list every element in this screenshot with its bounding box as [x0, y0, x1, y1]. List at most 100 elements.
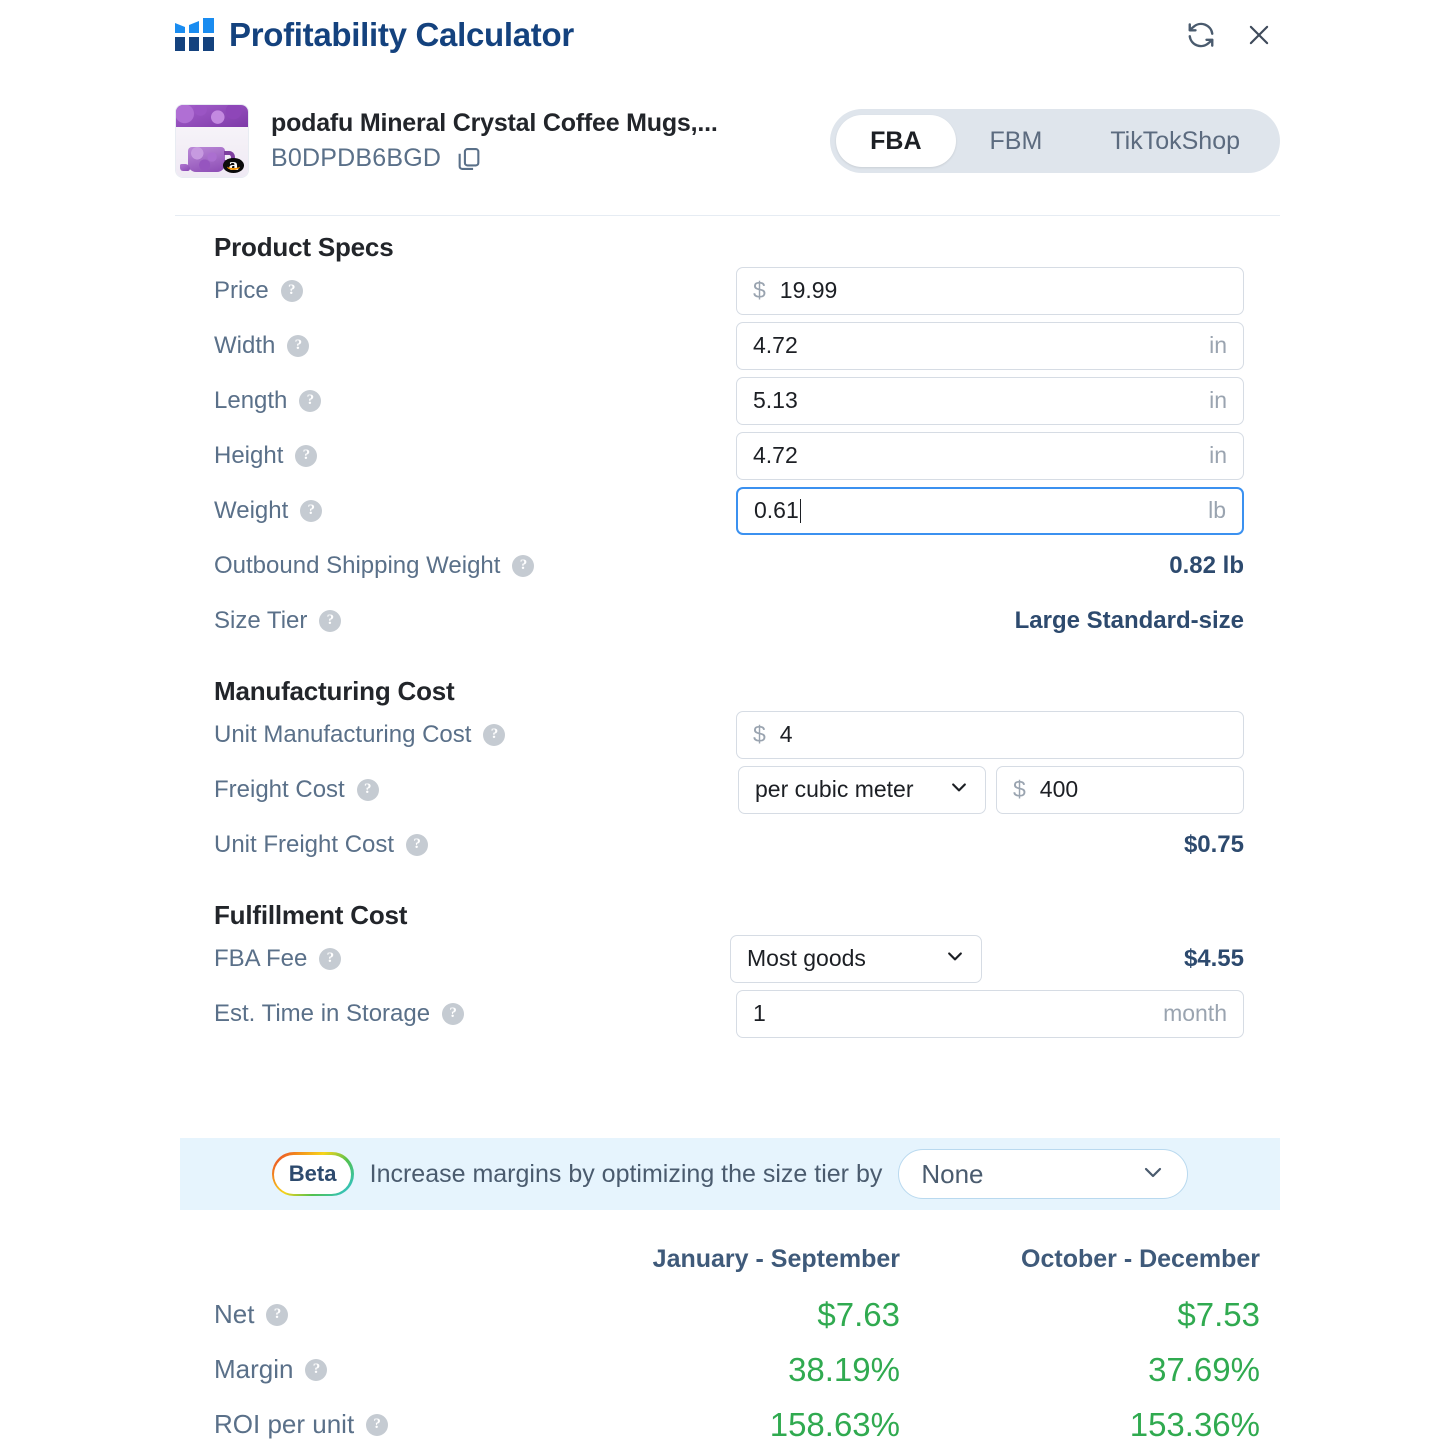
- label-height-text: Height: [214, 441, 284, 469]
- unit-manufacturing-cost-input[interactable]: $ 4: [736, 710, 1244, 759]
- beta-badge: Beta: [271, 1152, 354, 1196]
- help-icon[interactable]: ?: [266, 1303, 289, 1326]
- fba-fee-value: $4.55: [1183, 944, 1244, 972]
- length-input[interactable]: 5.13 in: [736, 376, 1244, 425]
- label-roi-per-unit-text: ROI per unit: [214, 1409, 355, 1439]
- help-icon[interactable]: ?: [406, 833, 429, 856]
- row-length: Length ? 5.13 in: [214, 373, 1244, 428]
- label-unit-manufacturing-cost: Unit Manufacturing Cost ?: [214, 721, 506, 749]
- help-icon[interactable]: ?: [300, 499, 323, 522]
- currency-symbol: $: [753, 721, 766, 747]
- section-title-product-specs: Product Specs: [214, 232, 394, 262]
- size-tier-optimize-select[interactable]: None: [898, 1149, 1189, 1199]
- currency-symbol: $: [753, 277, 766, 303]
- tab-fba[interactable]: FBA: [836, 115, 956, 167]
- tab-tiktokshop[interactable]: TikTokShop: [1076, 115, 1274, 167]
- copy-icon[interactable]: [455, 145, 483, 173]
- price-input[interactable]: $ 19.99: [736, 266, 1244, 315]
- thumbnail-crystal-small: [180, 163, 190, 171]
- help-icon[interactable]: ?: [512, 554, 535, 577]
- text-caret: [799, 498, 802, 523]
- product-name: podafu Mineral Crystal Coffee Mugs,...: [271, 109, 718, 137]
- results-header-row: January - September October - December: [214, 1232, 1260, 1287]
- product-text-block: podafu Mineral Crystal Coffee Mugs,... B…: [271, 109, 718, 173]
- profitability-calculator-page: Profitability Calculator a podafu Minera…: [0, 0, 1445, 1445]
- label-fba-fee-text: FBA Fee: [214, 944, 308, 972]
- table-row: ROI per unit ? 158.63% 153.36%: [214, 1397, 1260, 1445]
- width-input[interactable]: 4.72 in: [736, 321, 1244, 370]
- controls-size-tier: Large Standard-size: [1015, 607, 1244, 635]
- results-column-header-jan-sep: January - September: [652, 1245, 900, 1273]
- freight-cost-mode-select[interactable]: per cubic meter: [738, 765, 986, 814]
- label-net: Net ?: [214, 1299, 289, 1330]
- row-weight: Weight ? 0.61 lb: [214, 483, 1244, 538]
- close-icon[interactable]: [1244, 20, 1274, 50]
- price-value: 19.99: [779, 277, 838, 303]
- help-icon[interactable]: ?: [305, 1358, 328, 1381]
- height-input[interactable]: 4.72 in: [736, 431, 1244, 480]
- freight-cost-amount-input[interactable]: $ 400: [996, 765, 1244, 814]
- freight-cost-amount-value: 400: [1039, 776, 1079, 802]
- label-width: Width ?: [214, 332, 310, 360]
- help-icon[interactable]: ?: [356, 778, 379, 801]
- help-icon[interactable]: ?: [280, 279, 303, 302]
- row-unit-manufacturing-cost: Unit Manufacturing Cost ? $ 4: [214, 707, 1244, 762]
- help-icon[interactable]: ?: [295, 444, 318, 467]
- freight-cost-mode-value: per cubic meter: [755, 776, 914, 802]
- controls-fba-fee: Most goods $4.55: [730, 934, 1244, 983]
- thumbnail-body: a: [176, 126, 248, 177]
- est-time-in-storage-input[interactable]: 1 month: [736, 989, 1244, 1038]
- header-divider: [175, 215, 1280, 216]
- label-est-time-in-storage-text: Est. Time in Storage: [214, 999, 431, 1027]
- help-icon[interactable]: ?: [319, 947, 342, 970]
- help-icon[interactable]: ?: [442, 1002, 465, 1025]
- row-size-tier: Size Tier ? Large Standard-size: [214, 593, 1244, 648]
- results-column-header-oct-dec: October - December: [1021, 1245, 1260, 1273]
- label-unit-freight-cost-text: Unit Freight Cost: [214, 830, 395, 858]
- section-title-fulfillment-cost: Fulfillment Cost: [214, 900, 408, 930]
- product-summary-row: a podafu Mineral Crystal Coffee Mugs,...…: [175, 92, 1280, 190]
- weight-input[interactable]: 0.61 lb: [736, 486, 1244, 535]
- margin-jan-sep-value: 38.19%: [788, 1350, 900, 1388]
- label-freight-cost-text: Freight Cost: [214, 775, 345, 803]
- help-icon[interactable]: ?: [299, 389, 322, 412]
- size-tier-value: Large Standard-size: [1014, 606, 1244, 634]
- controls-price: $ 19.99: [736, 266, 1244, 315]
- label-fba-fee: FBA Fee ?: [214, 944, 342, 973]
- outbound-shipping-weight-value: 0.82 lb: [1169, 551, 1244, 579]
- help-icon[interactable]: ?: [319, 609, 342, 632]
- beta-banner-text: Increase margins by optimizing the size …: [369, 1159, 883, 1188]
- refresh-icon[interactable]: [1186, 20, 1216, 50]
- channel-segmented-control[interactable]: FBA FBM TikTokShop: [830, 109, 1280, 173]
- tab-fbm[interactable]: FBM: [956, 115, 1077, 167]
- roi-jan-sep-value: 158.63%: [769, 1405, 900, 1443]
- controls-unit-manufacturing-cost: $ 4: [736, 710, 1244, 759]
- row-outbound-shipping-weight: Outbound Shipping Weight ? 0.82 lb: [214, 538, 1244, 593]
- row-est-time-in-storage: Est. Time in Storage ? 1 month: [214, 986, 1244, 1041]
- length-unit: in: [1209, 387, 1227, 413]
- product-thumbnail[interactable]: a: [175, 104, 249, 178]
- net-jan-sep-value: $7.63: [817, 1295, 900, 1333]
- help-icon[interactable]: ?: [483, 723, 506, 746]
- label-est-time-in-storage: Est. Time in Storage ?: [214, 999, 465, 1028]
- calculator-body: Product Specs Price ? $ 19.99 Width ? 4.…: [0, 232, 1445, 1041]
- label-price-text: Price: [214, 276, 269, 304]
- section-title-manufacturing-cost: Manufacturing Cost: [214, 676, 455, 706]
- label-margin-text: Margin: [214, 1354, 294, 1384]
- chevron-down-icon: [1141, 1160, 1165, 1189]
- help-icon[interactable]: ?: [287, 334, 310, 357]
- length-value: 5.13: [753, 387, 798, 413]
- controls-freight-cost: per cubic meter $ 400: [738, 765, 1244, 814]
- label-unit-freight-cost: Unit Freight Cost ?: [214, 830, 429, 859]
- fba-fee-category-select[interactable]: Most goods: [730, 934, 982, 983]
- roi-oct-dec-value: 153.36%: [1129, 1405, 1260, 1443]
- est-time-in-storage-value: 1: [753, 1000, 766, 1026]
- table-row: Margin ? 38.19% 37.69%: [214, 1342, 1260, 1397]
- label-roi-per-unit: ROI per unit ?: [214, 1409, 389, 1440]
- label-weight-text: Weight: [214, 496, 289, 524]
- height-unit: in: [1209, 442, 1227, 468]
- row-unit-freight-cost: Unit Freight Cost ? $0.75: [214, 817, 1244, 872]
- help-icon[interactable]: ?: [366, 1413, 389, 1436]
- label-size-tier-text: Size Tier: [214, 606, 308, 634]
- page-title: Profitability Calculator: [229, 16, 574, 53]
